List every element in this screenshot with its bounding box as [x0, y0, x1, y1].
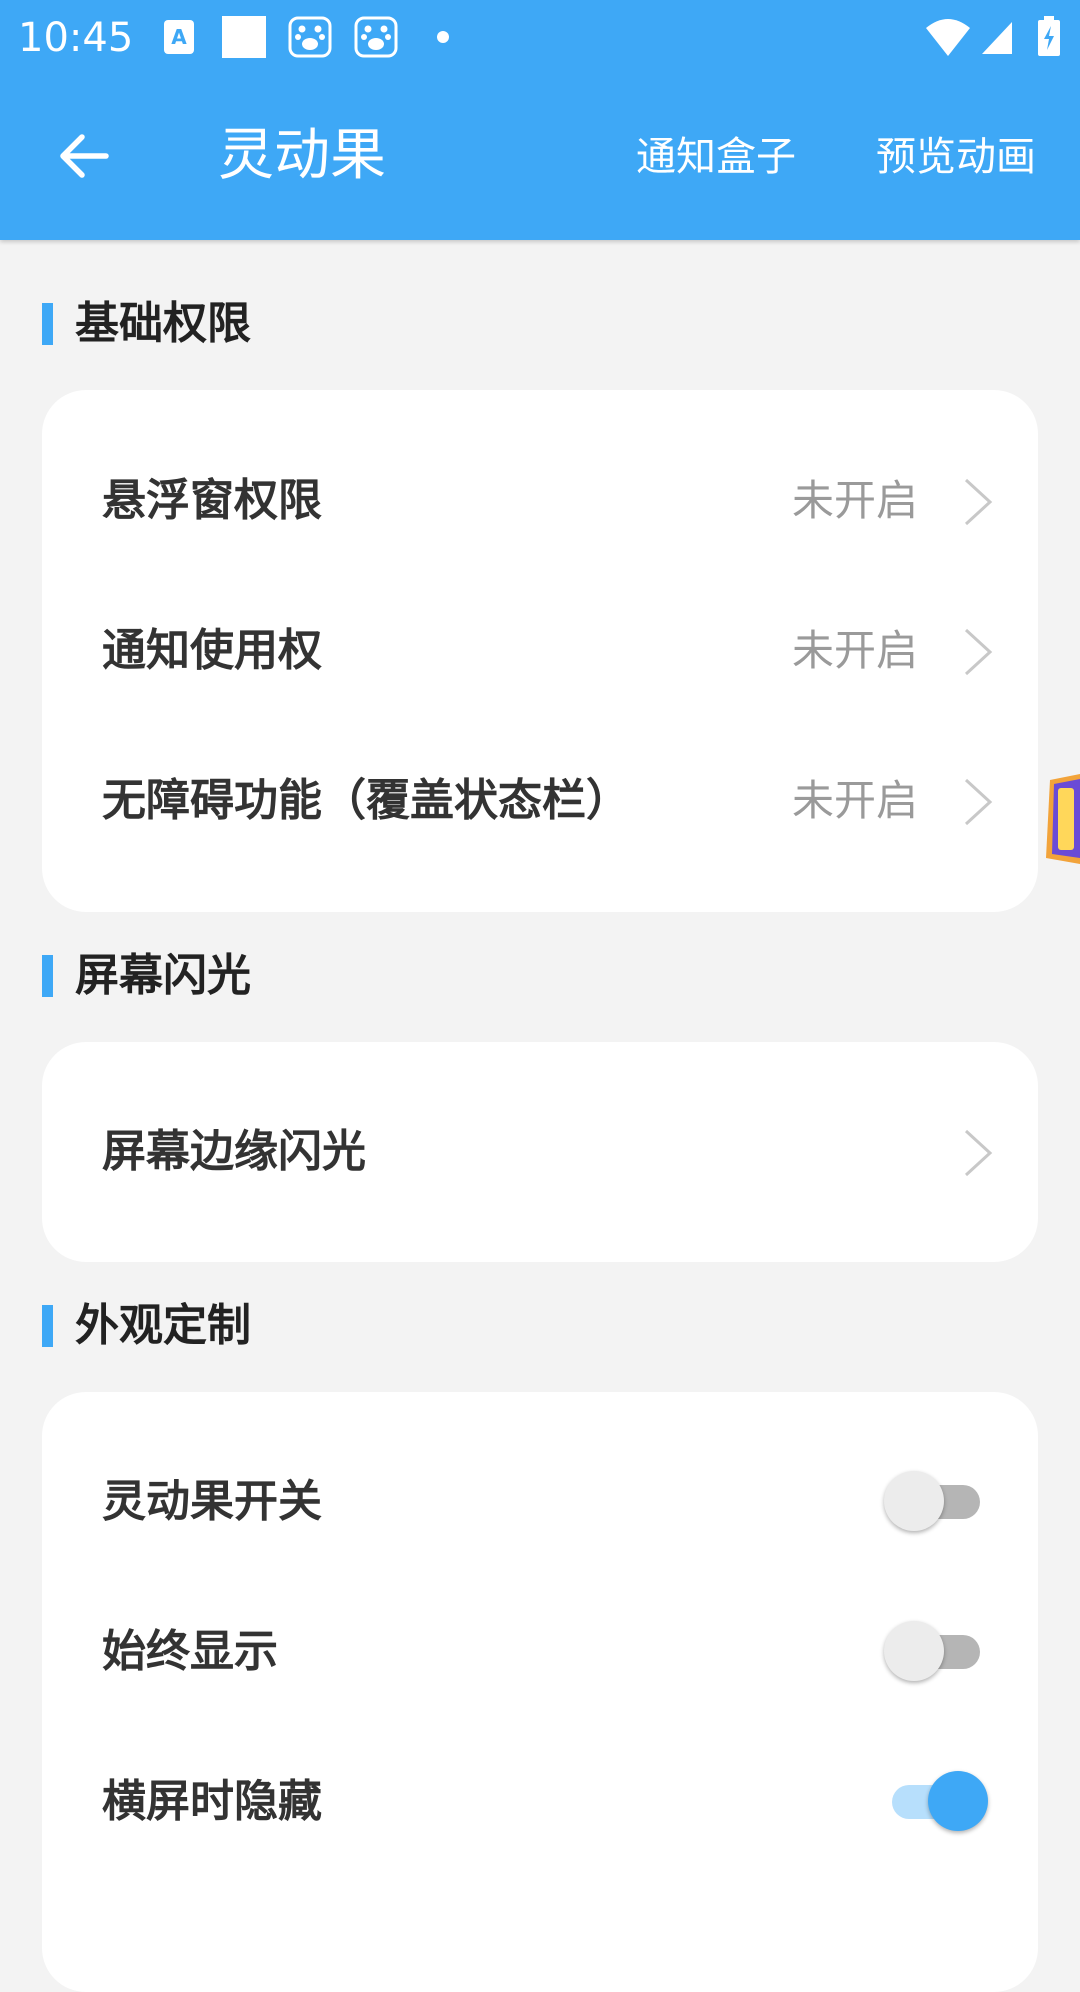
section-title-text: 屏幕闪光 — [75, 950, 251, 1001]
back-button[interactable] — [52, 124, 116, 188]
master-switch-toggle[interactable] — [884, 1471, 988, 1533]
baidu-notification-icon — [288, 16, 332, 58]
toggle-thumb — [928, 1771, 988, 1831]
row-status-value: 未开启 — [791, 476, 918, 525]
wifi-icon — [926, 19, 970, 56]
row-master-switch: 灵动果开关 — [42, 1427, 1038, 1577]
row-notification-access[interactable]: 通知使用权 未开启 — [42, 576, 1038, 726]
hide-landscape-toggle[interactable] — [884, 1771, 988, 1833]
card-basic-permissions: 悬浮窗权限 未开启 通知使用权 未开启 无障碍功能（覆盖状态栏） 未开启 — [42, 390, 1038, 912]
chevron-right-icon — [964, 778, 993, 826]
svg-text:A: A — [171, 25, 187, 49]
toggle-thumb — [884, 1621, 944, 1681]
section-accent-bar — [42, 955, 53, 997]
chevron-right-icon — [964, 1129, 993, 1177]
section-accent-bar — [42, 1305, 53, 1347]
chevron-right-icon — [964, 628, 993, 676]
row-overlay-permission[interactable]: 悬浮窗权限 未开启 — [42, 426, 1038, 576]
row-label: 悬浮窗权限 — [102, 475, 322, 526]
image-notification-icon — [222, 16, 266, 58]
always-show-toggle[interactable] — [884, 1621, 988, 1683]
signal-icon — [982, 22, 1012, 54]
more-notifications-dot-icon — [437, 31, 449, 43]
row-label: 始终显示 — [102, 1626, 278, 1677]
page-title: 灵动果 — [218, 123, 386, 188]
keyboard-notification-icon: A — [164, 20, 194, 54]
card-screen-flash: 屏幕边缘闪光 — [42, 1042, 1038, 1262]
baidu-notification-icon-2 — [354, 16, 398, 58]
chevron-right-icon — [964, 478, 993, 526]
toggle-thumb — [884, 1471, 944, 1531]
section-title-screen-flash: 屏幕闪光 — [42, 950, 251, 1001]
status-time: 10:45 — [18, 15, 134, 61]
section-title-text: 基础权限 — [75, 298, 251, 349]
row-label: 无障碍功能（覆盖状态栏） — [102, 775, 630, 826]
row-status-value: 未开启 — [791, 776, 918, 825]
row-label: 灵动果开关 — [102, 1476, 322, 1527]
row-status-value: 未开启 — [791, 626, 918, 675]
row-label: 屏幕边缘闪光 — [102, 1126, 366, 1177]
section-title-basic-permissions: 基础权限 — [42, 298, 251, 349]
row-label: 横屏时隐藏 — [102, 1776, 322, 1827]
app-header: 10:45 A 灵动果 通知盒子 预览动画 — [0, 0, 1080, 240]
row-accessibility[interactable]: 无障碍功能（覆盖状态栏） 未开启 — [42, 726, 1038, 876]
row-always-show: 始终显示 — [42, 1577, 1038, 1727]
row-edge-flash[interactable]: 屏幕边缘闪光 — [42, 1077, 1038, 1227]
notification-box-button[interactable]: 通知盒子 — [636, 132, 796, 182]
section-accent-bar — [42, 303, 53, 345]
row-label: 通知使用权 — [102, 625, 322, 676]
card-appearance: 灵动果开关 始终显示 横屏时隐藏 — [42, 1392, 1038, 1992]
row-hide-landscape: 横屏时隐藏 — [42, 1727, 1038, 1877]
section-title-appearance: 外观定制 — [42, 1300, 251, 1351]
battery-charging-icon — [1038, 16, 1060, 56]
section-title-text: 外观定制 — [75, 1300, 251, 1351]
preview-animation-button[interactable]: 预览动画 — [876, 132, 1036, 182]
daily-task-floating-icon[interactable] — [1044, 774, 1080, 864]
arrow-left-icon — [60, 134, 109, 178]
